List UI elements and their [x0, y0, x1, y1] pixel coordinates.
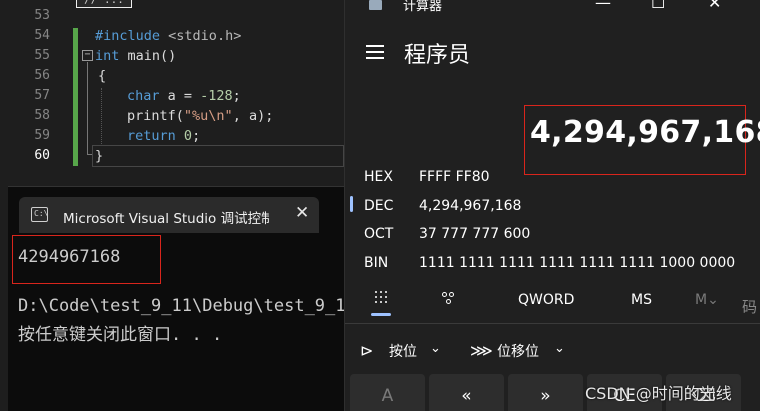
current-line-highlight — [92, 145, 344, 167]
chevron-down-icon: ⌄ — [707, 292, 719, 308]
fold-toggle-icon[interactable]: − — [82, 50, 93, 61]
console-exit-line: D:\Code\test_9_11\Debug\test_9_11.exe — [18, 296, 397, 316]
code-line-printf: printf("%u\n", a); — [127, 108, 273, 124]
bitwise-icon[interactable]: ⊳ — [360, 341, 373, 360]
key-shift-left[interactable]: « — [429, 374, 504, 411]
memory-menu-label: M — [695, 292, 708, 308]
return-value: 0 — [183, 128, 193, 144]
chevron-down-icon[interactable]: ⌄ — [554, 341, 565, 356]
function-signature: main() — [119, 48, 177, 64]
code-line-declaration: char a = -128; — [127, 88, 241, 104]
word-size-button[interactable]: QWORD — [518, 292, 574, 308]
calculator-app-icon — [369, 0, 382, 10]
code-line-open-brace: { — [98, 68, 107, 84]
bit-shift-button[interactable]: 位移位 — [497, 341, 539, 361]
line-number: 55 — [34, 48, 50, 63]
format-string: "%u\n" — [183, 108, 233, 124]
line-number: 54 — [34, 28, 50, 43]
desktop: // ... 53 54 55 56 57 58 59 60 − #includ… — [0, 0, 760, 411]
background-edge-text: 码 — [742, 298, 758, 316]
memory-store-button[interactable]: MS — [631, 292, 652, 308]
calculator-window[interactable]: 计算器 — ☐ ✕ 程序员 4,294,967,168 HEX FFFF FF8… — [344, 0, 760, 411]
console-tab[interactable]: C:\ Microsoft Visual Studio 调试控制台 ✕ — [19, 197, 319, 233]
key-shift-right[interactable]: » — [508, 374, 583, 411]
bitwise-button[interactable]: 按位 — [389, 341, 417, 361]
watermark: CSDN @时间的光线 — [585, 384, 732, 403]
debug-console-window[interactable]: C:\ Microsoft Visual Studio 调试控制台 ✕ 4294… — [8, 186, 397, 411]
chevron-down-icon[interactable]: ⌄ — [430, 341, 441, 356]
close-button[interactable]: ✕ — [708, 0, 721, 12]
code-line-main: int main() — [95, 48, 176, 64]
keypad-selected-indicator — [371, 313, 391, 316]
maximize-button[interactable]: ☐ — [651, 0, 665, 12]
memory-menu-button[interactable]: M⌄ — [695, 292, 719, 308]
calculator-display: 4,294,967,168 — [530, 115, 760, 150]
return-space — [176, 128, 184, 144]
line-number: 53 — [34, 8, 50, 23]
code-line-return: return 0; — [127, 128, 200, 144]
include-directive: #include — [95, 28, 161, 44]
bit-shift-icon[interactable]: ⋙ — [470, 341, 493, 360]
return-type: int — [95, 48, 120, 64]
statement-end: ; — [192, 128, 201, 144]
bit-toggle-icon[interactable] — [442, 292, 456, 306]
console-prompt-line: 按任意键关闭此窗口. . . — [18, 325, 223, 345]
line-number: 58 — [34, 108, 50, 123]
radix-selected-indicator — [350, 196, 353, 212]
menu-icon[interactable] — [366, 45, 384, 63]
number-literal: -128 — [200, 88, 233, 104]
line-number: 56 — [34, 68, 50, 83]
code-line-close-brace: } — [95, 148, 104, 164]
code-line-include: #include <stdio.h> — [95, 28, 241, 44]
close-icon[interactable]: ✕ — [295, 203, 309, 223]
change-indicator-bar — [73, 28, 78, 166]
radix-hex-label[interactable]: HEX — [364, 169, 393, 185]
type-keyword: char — [127, 88, 160, 104]
include-header: <stdio.h> — [168, 28, 242, 44]
keypad-icon[interactable] — [375, 291, 389, 303]
line-number: 57 — [34, 88, 50, 103]
toolbar-divider — [345, 323, 760, 324]
radix-oct-value[interactable]: 37 777 777 600 — [419, 226, 530, 242]
terminal-icon: C:\ — [31, 207, 48, 222]
console-tab-title: Microsoft Visual Studio 调试控制台 — [63, 211, 269, 227]
collapsed-code-indicator[interactable]: // ... — [76, 0, 132, 8]
calculator-title: 计算器 — [403, 0, 443, 14]
radix-bin-label[interactable]: BIN — [364, 255, 388, 271]
indent-guide — [101, 88, 102, 146]
radix-bin-value[interactable]: 1111 1111 1111 1111 1111 1111 1000 0000 — [419, 255, 735, 271]
console-output-value: 4294967168 — [18, 247, 121, 267]
declaration-text: a = — [159, 88, 201, 104]
printf-call: printf( — [127, 108, 184, 124]
line-number: 59 — [34, 128, 50, 143]
statement-end: ; — [232, 88, 241, 104]
return-keyword: return — [127, 128, 176, 144]
radix-hex-value[interactable]: FFFF FF80 — [419, 169, 490, 185]
line-number-current: 60 — [34, 148, 50, 163]
minimize-button[interactable]: — — [595, 0, 611, 12]
calculator-mode-title: 程序员 — [404, 43, 471, 68]
key-a[interactable]: A — [350, 374, 425, 411]
printf-args: , a); — [232, 108, 274, 124]
radix-dec-label[interactable]: DEC — [364, 198, 393, 214]
fold-guide — [87, 62, 88, 154]
radix-dec-value[interactable]: 4,294,967,168 — [419, 198, 521, 214]
radix-oct-label[interactable]: OCT — [364, 226, 393, 242]
